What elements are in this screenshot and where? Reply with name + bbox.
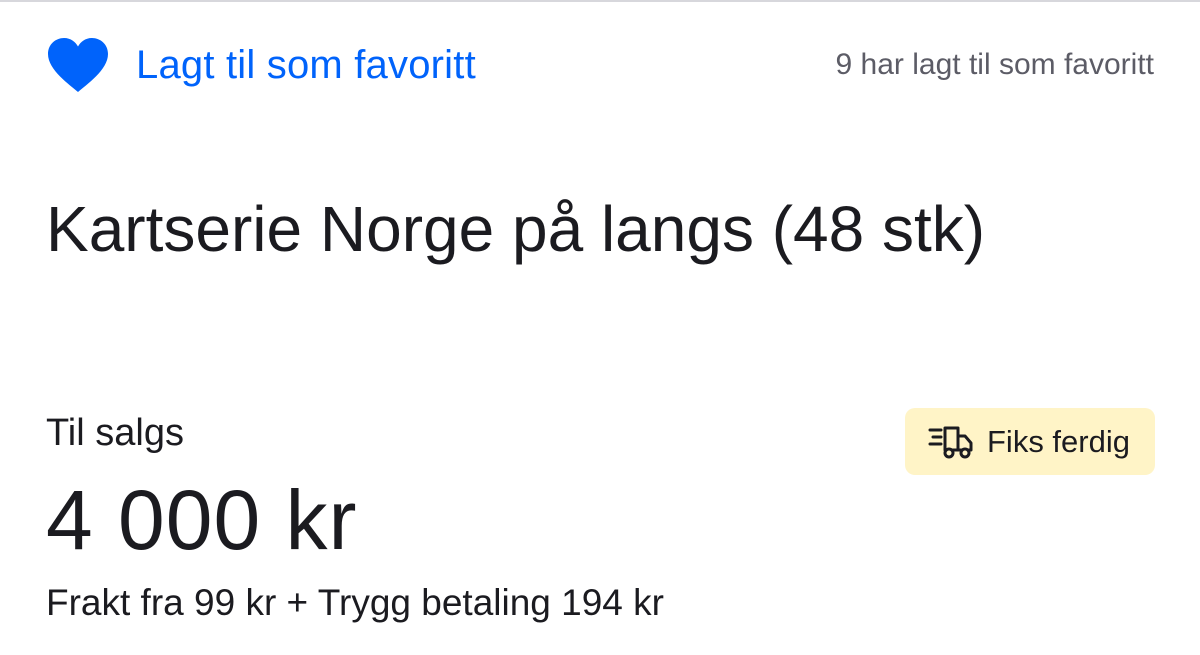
favorite-label: Lagt til som favoritt (136, 42, 476, 87)
shipping-info: Frakt fra 99 kr + Trygg betaling 194 kr (46, 582, 664, 623)
listing-title: Kartserie Norge på langs (48 stk) (46, 193, 986, 265)
badge-label: Fiks ferdig (987, 423, 1130, 459)
favorite-toggle-button[interactable]: Lagt til som favoritt (46, 36, 476, 94)
heart-icon (48, 38, 108, 92)
listing-status: Til salgs (46, 412, 184, 454)
fiks-ferdig-badge[interactable]: Fiks ferdig (905, 408, 1155, 475)
top-divider (0, 0, 1200, 2)
favorite-row: Lagt til som favoritt 9 har lagt til som… (46, 34, 1154, 96)
fast-delivery-truck-icon (928, 426, 973, 458)
listing-price: 4 000 kr (46, 473, 358, 567)
favorite-count: 9 har lagt til som favoritt (835, 48, 1154, 81)
